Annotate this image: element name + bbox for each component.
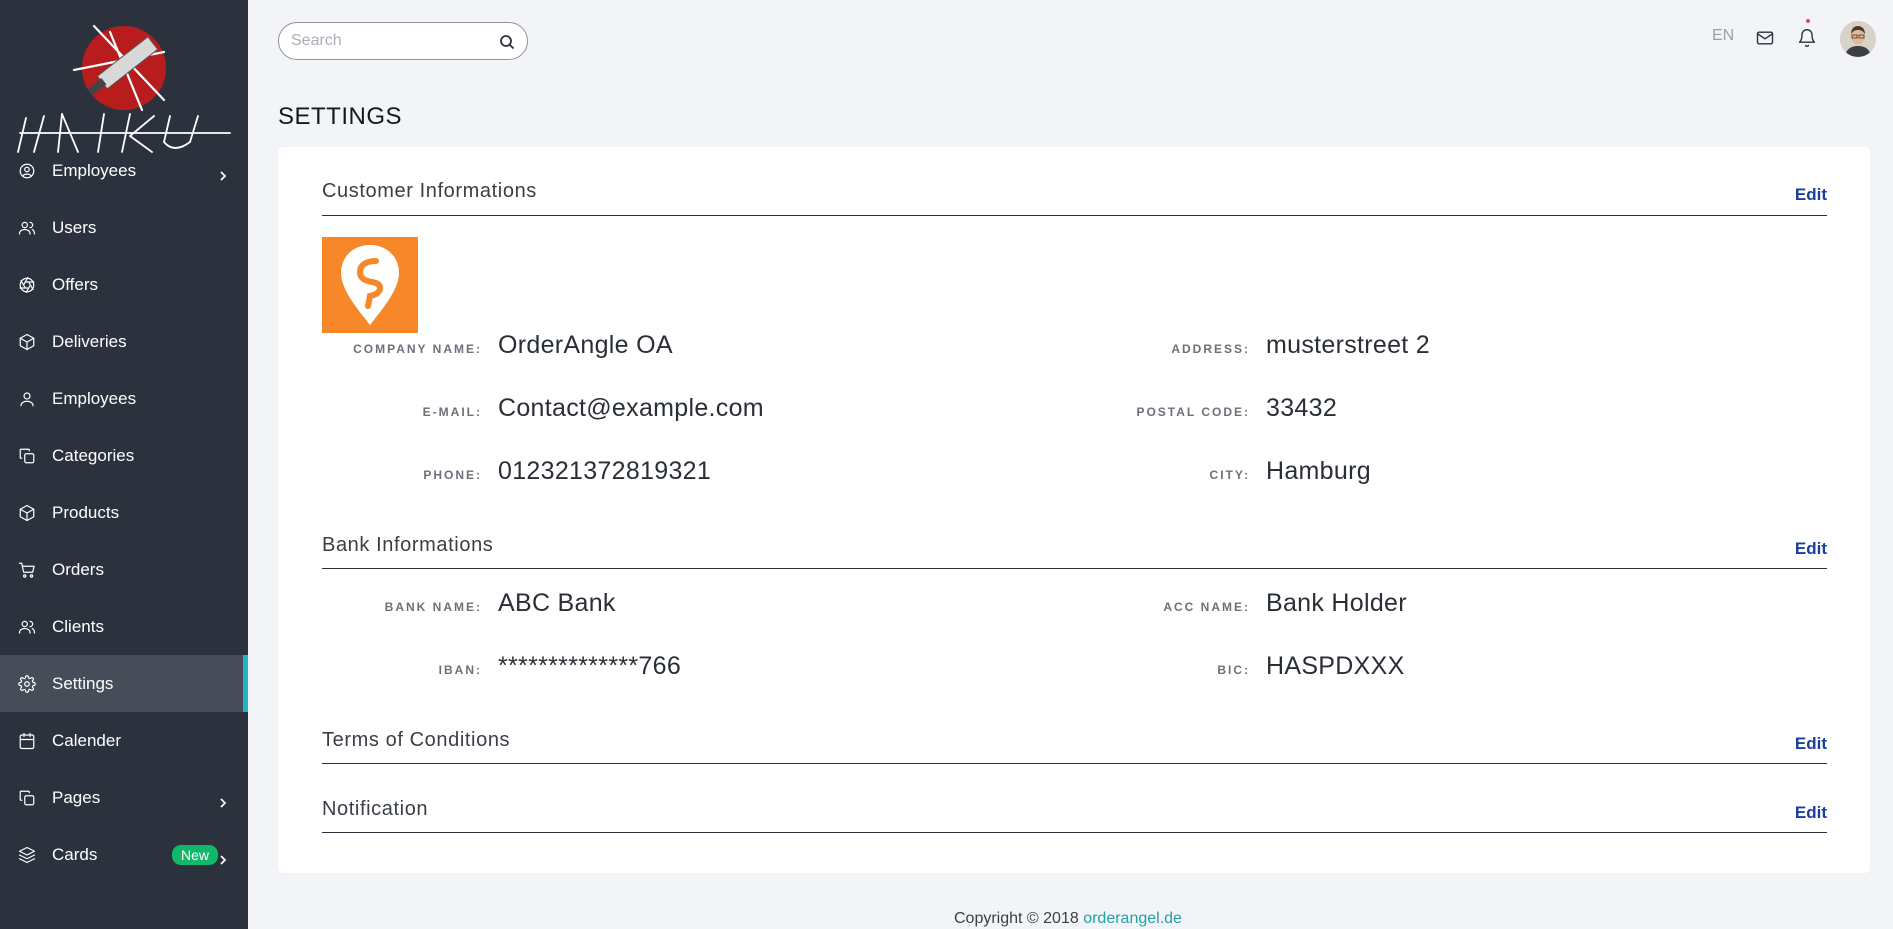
user-circle-icon xyxy=(17,161,37,181)
aperture-icon xyxy=(17,275,37,295)
iban-label: IBAN: xyxy=(438,663,482,677)
sidebar-item-products[interactable]: Products xyxy=(0,484,248,541)
iban-value: **************766 xyxy=(498,652,682,680)
chevron-right-icon xyxy=(218,793,228,808)
acc-name-value: Bank Holder xyxy=(1266,589,1407,617)
sidebar-nav: Employees Users Offers Deliveries Employ… xyxy=(0,161,248,883)
bank-section-header: Bank Informations Edit xyxy=(322,497,1827,569)
new-badge: New xyxy=(171,844,218,865)
search-input[interactable] xyxy=(291,23,491,59)
copy-icon xyxy=(17,446,37,466)
sidebar-item-clients[interactable]: Clients xyxy=(0,598,248,655)
sidebar-item-offers[interactable]: Offers xyxy=(0,256,248,313)
sidebar: Employees Users Offers Deliveries Employ… xyxy=(0,0,248,929)
address-value: musterstreet 2 xyxy=(1266,331,1430,359)
sidebar-item-label: Deliveries xyxy=(52,331,127,351)
cart-icon xyxy=(17,560,37,580)
bic-value: HASPDXXX xyxy=(1266,652,1405,680)
search-box xyxy=(278,22,528,60)
edit-terms-button[interactable]: Edit xyxy=(1795,734,1827,754)
bic-label: BIC: xyxy=(1217,663,1250,677)
sidebar-item-label: Orders xyxy=(52,559,104,579)
notification-section-title: Notification xyxy=(322,798,429,820)
acc-name-label: ACC NAME: xyxy=(1163,600,1250,614)
terms-section-title: Terms of Conditions xyxy=(322,729,511,751)
sidebar-item-users[interactable]: Users xyxy=(0,199,248,256)
page-title: SETTINGS xyxy=(278,103,403,130)
users-icon xyxy=(17,218,37,238)
sidebar-item-settings[interactable]: Settings xyxy=(0,655,248,712)
postal-code-value: 33432 xyxy=(1266,394,1338,422)
email-value: Contact@example.com xyxy=(498,394,764,422)
sidebar-item-label: Categories xyxy=(52,445,135,465)
terms-section-header: Terms of Conditions Edit xyxy=(322,707,1827,764)
edit-bank-button[interactable]: Edit xyxy=(1795,539,1827,559)
gear-icon xyxy=(17,674,37,694)
layers-icon xyxy=(17,845,37,865)
calendar-icon xyxy=(17,731,37,751)
company-name-value: OrderAngle OA xyxy=(498,331,673,359)
company-logo xyxy=(322,237,418,333)
bank-name-label: BANK NAME: xyxy=(384,600,482,614)
sidebar-item-label: Pages xyxy=(52,787,101,807)
sidebar-item-label: Offers xyxy=(52,274,98,294)
phone-value: 012321372819321 xyxy=(498,457,712,485)
edit-customer-button[interactable]: Edit xyxy=(1795,185,1827,205)
settings-card: Customer Informations Edit COMPANY NAME:… xyxy=(278,147,1870,873)
chevron-right-icon xyxy=(218,850,228,865)
sidebar-item-orders[interactable]: Orders xyxy=(0,541,248,598)
sidebar-item-label: Employees xyxy=(52,160,137,180)
language-selector[interactable]: EN xyxy=(1712,27,1734,45)
footer: Copyright © 2018 orderangel.de xyxy=(954,910,1182,928)
phone-label: PHONE: xyxy=(423,468,482,482)
sidebar-item-label: Settings xyxy=(52,673,114,693)
bell-icon[interactable] xyxy=(1797,28,1819,50)
sidebar-item-deliveries[interactable]: Deliveries xyxy=(0,313,248,370)
bank-section-title: Bank Informations xyxy=(322,534,494,556)
company-name-label: COMPANY NAME: xyxy=(353,342,482,356)
email-label: E-MAIL: xyxy=(422,405,482,419)
sidebar-item-label: Products xyxy=(52,502,120,522)
city-value: Hamburg xyxy=(1266,457,1371,485)
box-icon xyxy=(17,332,37,352)
copyright-text: Copyright © 2018 xyxy=(954,910,1079,927)
box-icon xyxy=(17,503,37,523)
user-icon xyxy=(17,389,37,409)
sidebar-item-employees-group[interactable]: Employees xyxy=(0,142,248,199)
search-icon[interactable] xyxy=(499,34,515,50)
chevron-right-icon xyxy=(218,166,228,181)
bank-name-value: ABC Bank xyxy=(498,589,616,617)
sidebar-item-cards[interactable]: Cards New xyxy=(0,826,248,883)
avatar[interactable] xyxy=(1840,21,1876,57)
customer-section-title: Customer Informations xyxy=(322,180,537,202)
sidebar-item-label: Users xyxy=(52,217,97,237)
sidebar-item-label: Calender xyxy=(52,730,121,750)
address-label: ADDRESS: xyxy=(1171,342,1250,356)
sidebar-item-calender[interactable]: Calender xyxy=(0,712,248,769)
copy-icon xyxy=(17,788,37,808)
sidebar-item-categories[interactable]: Categories xyxy=(0,427,248,484)
postal-code-label: POSTAL CODE: xyxy=(1136,405,1250,419)
sidebar-item-label: Cards xyxy=(52,844,98,864)
mail-icon[interactable] xyxy=(1755,28,1777,50)
notification-dot xyxy=(1806,19,1810,23)
sidebar-item-label: Clients xyxy=(52,616,104,636)
edit-notification-button[interactable]: Edit xyxy=(1795,803,1827,823)
notification-section-header: Notification Edit xyxy=(322,776,1827,833)
sidebar-item-label: Employees xyxy=(52,388,137,408)
sidebar-item-pages[interactable]: Pages xyxy=(0,769,248,826)
sidebar-item-employees[interactable]: Employees xyxy=(0,370,248,427)
footer-link[interactable]: orderangel.de xyxy=(1083,910,1182,927)
city-label: CITY: xyxy=(1209,468,1250,482)
customer-section-header: Customer Informations Edit xyxy=(322,147,1827,216)
users-icon xyxy=(17,617,37,637)
